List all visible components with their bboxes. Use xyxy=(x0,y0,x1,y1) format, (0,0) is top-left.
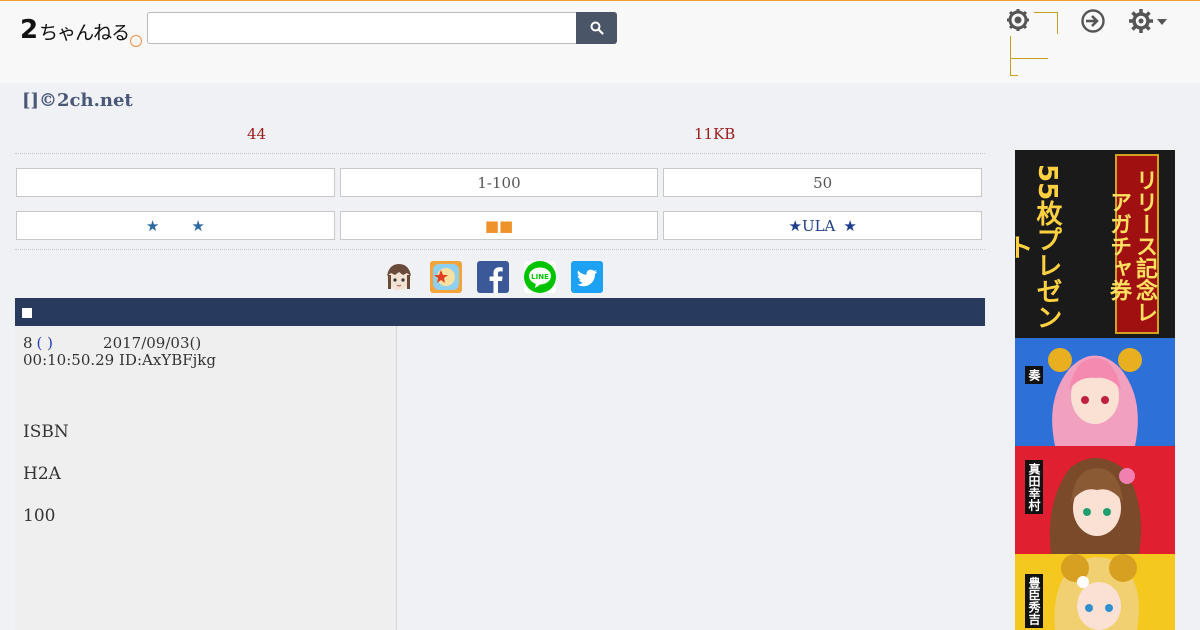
character-art-icon xyxy=(1048,348,1142,446)
sidebar-ad[interactable]: 55枚プレゼント リリース記念レアガチャ券 奏 真田幸村 豊臣秀吉 xyxy=(1015,150,1175,630)
ad-character-name: 豊臣秀吉 xyxy=(1025,574,1043,628)
board-title[interactable]: []©2ch.net xyxy=(22,90,133,111)
star-icon: ★ xyxy=(843,216,857,235)
post-header: 8( ) 2017/09/03() 00:10:50.29 ID:AxYBFjkg xyxy=(23,335,216,369)
promo-button-2[interactable]: ■■ xyxy=(339,211,659,240)
ad-headline-left: 55枚プレゼント xyxy=(1015,163,1062,331)
logo-mark-icon xyxy=(130,35,143,47)
ad-headline: 55枚プレゼント リリース記念レアガチャ券 xyxy=(1015,150,1175,338)
facebook-icon[interactable] xyxy=(477,261,509,293)
ad-character-panel: 奏 xyxy=(1015,338,1175,446)
share-bar: LINE xyxy=(383,261,603,293)
response-count: 44 xyxy=(247,125,267,143)
line-label: LINE xyxy=(531,273,549,281)
ad-character-panel: 豊臣秀吉 xyxy=(1015,554,1175,630)
menu-connector xyxy=(1010,75,1018,76)
matome-icon[interactable] xyxy=(430,261,462,293)
post-body-line: 100 xyxy=(23,506,56,526)
star-icon: ★ xyxy=(191,216,205,235)
search-icon xyxy=(590,21,604,35)
thread-marker-icon xyxy=(22,308,32,318)
star-icon: ★ xyxy=(145,216,160,235)
menu-connector xyxy=(1010,36,1011,76)
post-body-line: H2A xyxy=(23,464,61,484)
post-body-line: ISBN xyxy=(23,422,69,442)
menu-connector xyxy=(1010,58,1048,59)
button-label: 1-100 xyxy=(477,173,521,192)
post-content-area xyxy=(397,326,985,630)
ad-headline-right: リリース記念レアガチャ券 xyxy=(1106,169,1157,323)
post-number[interactable]: 8 xyxy=(23,334,33,352)
sign-in-icon[interactable] xyxy=(1080,8,1106,34)
thread-title-bar xyxy=(15,298,985,326)
character-icon[interactable] xyxy=(383,261,415,293)
ad-character-panel: 真田幸村 xyxy=(1015,446,1175,554)
button-label: ULA xyxy=(801,216,836,235)
promo-button-row: ★ ★ ■■ ★ ULA ★ xyxy=(16,211,983,240)
ad-headline-band: リリース記念レアガチャ券 xyxy=(1106,154,1159,334)
gear-icon[interactable] xyxy=(1006,8,1030,32)
search-button[interactable] xyxy=(576,12,617,44)
search-input[interactable] xyxy=(147,12,577,44)
divider xyxy=(15,249,985,250)
ula-button[interactable]: ★ ULA ★ xyxy=(663,211,983,240)
post-time-id[interactable]: 00:10:50.29 ID:AxYBFjkg xyxy=(23,351,216,369)
nav-button-row: 1-100 50 xyxy=(16,168,983,197)
square-icons: ■■ xyxy=(484,216,514,235)
ad-character-name: 真田幸村 xyxy=(1025,460,1043,514)
range-1-100-button[interactable]: 1-100 xyxy=(339,168,659,197)
settings-dropdown-icon[interactable] xyxy=(1128,8,1168,34)
logo-text: ちゃんねる xyxy=(39,22,130,44)
latest-50-button[interactable]: 50 xyxy=(663,168,983,197)
divider xyxy=(15,153,985,154)
ad-character-name: 奏 xyxy=(1025,366,1043,384)
button-label: 50 xyxy=(813,173,833,192)
line-icon[interactable]: LINE xyxy=(524,261,556,293)
site-logo[interactable]: 2 ちゃんねる xyxy=(20,9,143,47)
thread-stats: 44 11KB xyxy=(15,125,985,145)
show-all-button[interactable] xyxy=(16,168,335,197)
star-icon: ★ xyxy=(788,216,802,235)
thread-size: 11KB xyxy=(694,125,736,143)
post-date: 2017/09/03() xyxy=(103,334,202,352)
logo-number: 2 xyxy=(20,15,39,45)
poster-name-link[interactable]: ( ) xyxy=(37,334,53,352)
twitter-icon[interactable] xyxy=(571,261,603,293)
post: 8( ) 2017/09/03() 00:10:50.29 ID:AxYBFjkg… xyxy=(15,326,397,630)
promo-button-1[interactable]: ★ ★ xyxy=(16,211,335,240)
user-menu-label xyxy=(1034,12,1058,34)
